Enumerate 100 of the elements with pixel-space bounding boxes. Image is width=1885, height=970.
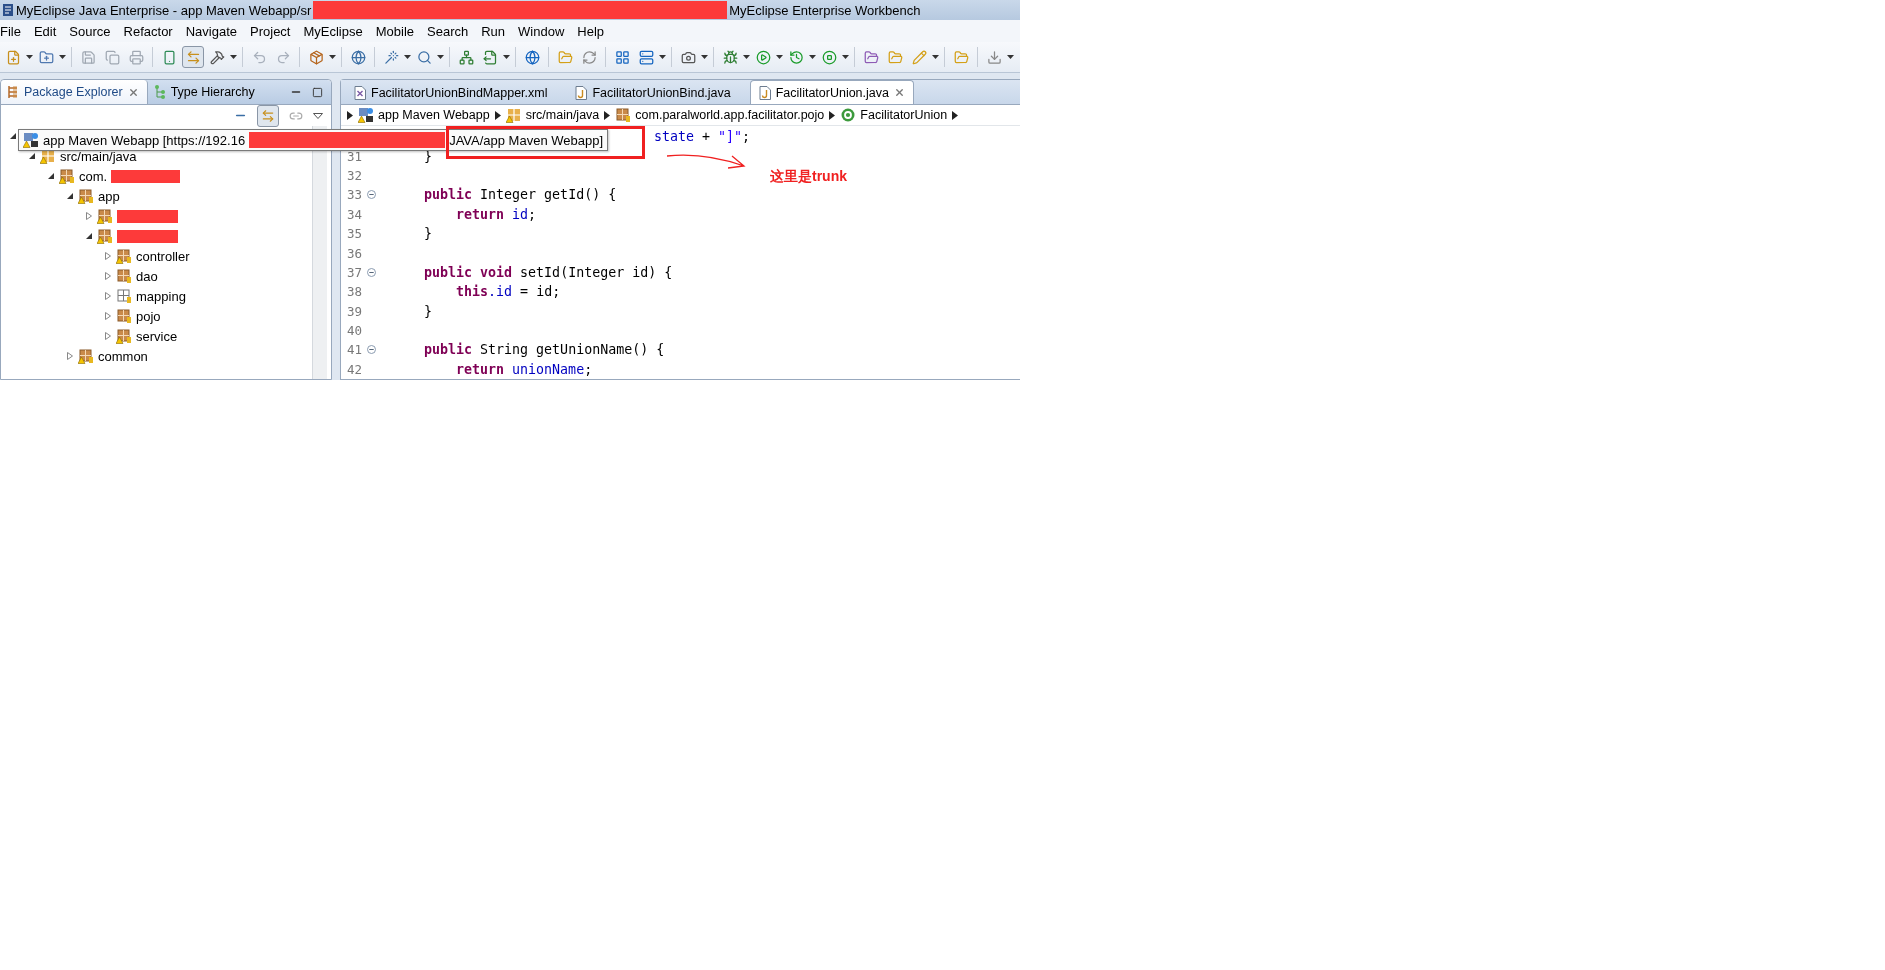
caret-icon[interactable]	[329, 55, 336, 59]
code-line: public Integer getId() {	[423, 187, 617, 203]
source-folder-icon	[505, 107, 522, 123]
code-line: state + "]";	[654, 129, 751, 145]
menu-item[interactable]: File	[0, 23, 21, 39]
line-number: 33	[347, 187, 364, 203]
tree-item[interactable]: src/main/java	[60, 148, 137, 164]
code-line: public String getUnionName() {	[423, 342, 665, 358]
chevron-icon[interactable]	[347, 110, 353, 120]
caret-icon[interactable]	[932, 55, 939, 59]
line-number: 37	[347, 264, 364, 280]
menu-item[interactable]: Refactor	[123, 23, 173, 39]
panel-tab[interactable]: Type Hierarchy	[147, 80, 263, 104]
close-icon[interactable]	[127, 86, 139, 98]
tree-item[interactable]: com.	[79, 168, 108, 184]
menu-item[interactable]: Mobile	[375, 23, 415, 39]
menu-item[interactable]: Window	[518, 23, 565, 39]
caret-icon[interactable]	[1007, 55, 1014, 59]
editor-tab[interactable]: FacilitatorUnion.java	[749, 80, 914, 104]
caret-icon[interactable]	[743, 55, 750, 59]
tree-item[interactable]: controller	[136, 248, 190, 264]
menu-item[interactable]: Project	[250, 23, 291, 39]
expand-arrow-icon[interactable]	[104, 272, 112, 280]
menu-item[interactable]: Run	[481, 23, 506, 39]
maximize-icon[interactable]	[312, 86, 323, 98]
caret-icon[interactable]	[404, 55, 411, 59]
close-icon[interactable]	[894, 87, 905, 98]
hierarchy-icon	[153, 85, 166, 99]
caret-icon[interactable]	[59, 55, 66, 59]
tree-item[interactable]: common	[98, 348, 148, 364]
expand-arrow-icon[interactable]	[104, 312, 112, 320]
java-file-icon	[758, 85, 771, 100]
menu-item[interactable]: Navigate	[185, 23, 237, 39]
collapse-arrow-icon[interactable]	[9, 132, 17, 140]
view-menu-icon[interactable]	[313, 112, 323, 119]
line-number: 36	[347, 245, 364, 261]
menu-item[interactable]: Help	[577, 23, 605, 39]
caret-icon[interactable]	[809, 55, 816, 59]
tree-item[interactable]: app	[98, 188, 120, 204]
caret-icon[interactable]	[503, 55, 510, 59]
breadcrumb-item[interactable]: app Maven Webapp	[358, 107, 490, 123]
project-icon	[23, 132, 39, 148]
breadcrumb-item[interactable]: FacilitatorUnion	[840, 107, 948, 123]
code-line: this.id = id;	[455, 284, 561, 300]
line-number: 35	[347, 226, 364, 242]
collapse-icon[interactable]	[367, 345, 376, 355]
expand-arrow-icon[interactable]	[104, 332, 112, 340]
editor-tab[interactable]: FacilitatorUnionBind.java	[566, 80, 740, 104]
line-number: 40	[347, 323, 364, 339]
menu-item[interactable]: Source	[69, 23, 111, 39]
caret-icon[interactable]	[701, 55, 708, 59]
expand-arrow-icon[interactable]	[85, 212, 93, 220]
chevron-icon[interactable]	[494, 110, 501, 120]
code-line: return id;	[455, 206, 537, 222]
line-number: 32	[347, 167, 364, 183]
chevron-icon[interactable]	[952, 110, 959, 120]
line-number: 39	[347, 303, 364, 319]
code-line: }	[423, 303, 433, 319]
caret-icon[interactable]	[659, 55, 666, 59]
breadcrumb-item[interactable]: src/main/java	[505, 107, 600, 123]
breadcrumb-item[interactable]: com.paralworld.app.facilitator.pojo	[615, 107, 825, 123]
tree-item[interactable]: service	[136, 328, 178, 344]
line-number: 34	[347, 206, 364, 222]
code-line: public void setId(Integer id) {	[423, 264, 673, 280]
line-number: 42	[347, 361, 364, 377]
java-file-icon	[575, 85, 588, 100]
window-title: MyEclipse Java Enterprise - app Maven Webapp/sr	[16, 2, 312, 18]
collapse-arrow-icon[interactable]	[28, 152, 36, 160]
menu-item[interactable]: MyEclipse	[303, 23, 363, 39]
collapse-icon[interactable]	[367, 267, 376, 277]
caret-icon[interactable]	[776, 55, 783, 59]
caret-icon[interactable]	[437, 55, 444, 59]
class-icon	[840, 107, 857, 123]
window-title: MyEclipse Enterprise Workbench	[729, 2, 921, 18]
caret-icon[interactable]	[26, 55, 33, 59]
app-icon	[2, 3, 14, 17]
tree-item[interactable]: dao	[136, 268, 158, 284]
chevron-icon[interactable]	[604, 110, 611, 120]
collapse-icon[interactable]	[367, 190, 376, 200]
tree-item[interactable]: pojo	[136, 308, 161, 324]
xml-file-icon	[354, 85, 366, 100]
editor-tab[interactable]: FacilitatorUnionBindMapper.xml	[345, 80, 557, 104]
collapse-arrow-icon[interactable]	[66, 192, 74, 200]
chevron-icon[interactable]	[829, 110, 836, 120]
line-number: 31	[347, 148, 364, 164]
caret-icon[interactable]	[230, 55, 237, 59]
tree-item[interactable]: mapping	[136, 288, 186, 304]
expand-arrow-icon[interactable]	[66, 352, 74, 360]
panel-tab[interactable]: Package Explorer	[1, 80, 148, 104]
caret-icon[interactable]	[842, 55, 849, 59]
collapse-arrow-icon[interactable]	[47, 172, 55, 180]
package-explorer-icon	[7, 85, 19, 99]
menu-item[interactable]: Search	[427, 23, 469, 39]
collapse-arrow-icon[interactable]	[85, 232, 93, 240]
menu-item[interactable]: Edit	[33, 23, 57, 39]
code-line: }	[423, 226, 433, 242]
expand-arrow-icon[interactable]	[104, 292, 112, 300]
expand-arrow-icon[interactable]	[104, 252, 112, 260]
code-line: return unionName;	[455, 361, 593, 377]
annotation-text: 这里是trunk	[770, 168, 847, 186]
